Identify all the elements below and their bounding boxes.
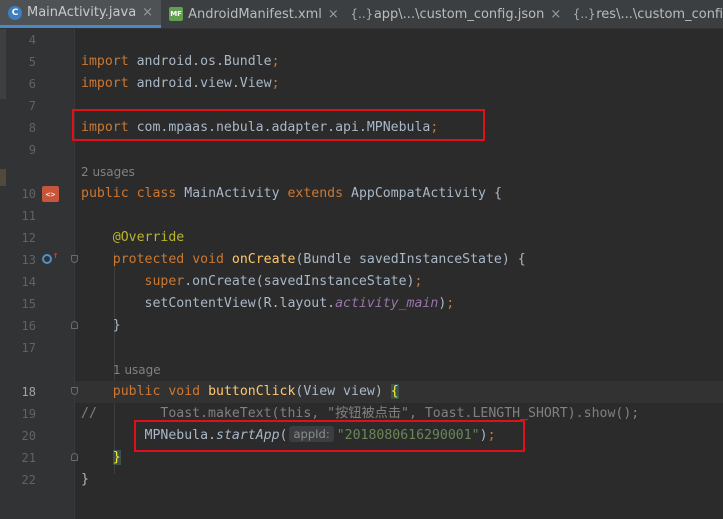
line-number: 11 bbox=[21, 209, 36, 223]
close-icon[interactable]: × bbox=[142, 5, 153, 20]
code-line-9: 9 bbox=[0, 139, 723, 161]
code-line-12: 12 @Override bbox=[0, 227, 723, 249]
fold-marker-icon[interactable] bbox=[71, 321, 78, 329]
code-text: @Override bbox=[112, 230, 185, 245]
code-line-22: 22 } bbox=[0, 469, 723, 491]
line-number: 16 bbox=[21, 319, 36, 333]
line-number: 15 bbox=[21, 297, 36, 311]
code-text: import android.os.Bundle; bbox=[81, 54, 280, 69]
line-number: 12 bbox=[21, 231, 36, 245]
line-number: 8 bbox=[28, 121, 36, 135]
code-text: import android.view.View; bbox=[81, 76, 280, 91]
line-number: 22 bbox=[21, 473, 36, 487]
xml-manifest-icon: MF bbox=[169, 7, 184, 21]
fold-marker-icon[interactable] bbox=[71, 387, 78, 395]
java-class-icon: C bbox=[8, 5, 22, 20]
line-number: 10 bbox=[21, 187, 36, 201]
code-line-18: 18 public void buttonClick(View view) { bbox=[0, 381, 723, 403]
tab-label: res\...\custom_config.json bbox=[596, 6, 723, 22]
override-method-icon[interactable] bbox=[42, 254, 52, 264]
line-number: 19 bbox=[21, 407, 36, 421]
tab-label: app\...\custom_config.json bbox=[373, 6, 545, 22]
code-line-13: 13 protected void onCreate(Bundle savedI… bbox=[0, 249, 723, 271]
line-number: 9 bbox=[28, 143, 36, 157]
code-text: } bbox=[112, 318, 121, 333]
json-file-icon: {..} bbox=[572, 7, 596, 21]
code-line-10: 10 public class MainActivity extends App… bbox=[0, 183, 723, 205]
code-line-5: 5 import android.os.Bundle; bbox=[0, 51, 723, 73]
line-number: 21 bbox=[21, 451, 36, 465]
close-icon[interactable]: × bbox=[328, 7, 339, 22]
code-text: } bbox=[112, 450, 121, 465]
highlight-box-import bbox=[72, 109, 485, 141]
line-number: 20 bbox=[21, 429, 36, 443]
code-line-17: 17 bbox=[0, 337, 723, 359]
tab-android-manifest[interactable]: MF AndroidManifest.xml × bbox=[161, 0, 347, 28]
code-line-4: 4 bbox=[0, 29, 723, 51]
code-line-14: 14 super.onCreate(savedInstanceState); bbox=[0, 271, 723, 293]
code-text: protected void onCreate(Bundle savedInst… bbox=[112, 252, 526, 267]
code-text: super.onCreate(savedInstanceState); bbox=[144, 274, 423, 289]
usages-hint[interactable]: 1 usage bbox=[113, 359, 161, 381]
code-line-6: 6 import android.view.View; bbox=[0, 73, 723, 95]
fold-marker-icon[interactable] bbox=[71, 255, 78, 263]
tab-main-activity[interactable]: C MainActivity.java × bbox=[0, 0, 162, 28]
arrow-up-icon[interactable]: ↑ bbox=[53, 251, 58, 261]
json-file-icon: {..} bbox=[350, 7, 374, 21]
line-number: 18 bbox=[21, 385, 36, 399]
fold-marker-icon[interactable] bbox=[71, 453, 78, 461]
code-line-16: 16 } bbox=[0, 315, 723, 337]
line-number: 7 bbox=[28, 99, 36, 113]
line-number: 17 bbox=[21, 341, 36, 355]
tab-res-custom-config[interactable]: {..} res\...\custom_config.json bbox=[569, 0, 723, 28]
highlight-box-start-app bbox=[134, 420, 525, 452]
usages-hint[interactable]: 2 usages bbox=[81, 161, 135, 183]
line-number: 6 bbox=[28, 77, 36, 91]
line-number: 14 bbox=[21, 275, 36, 289]
tab-app-custom-config[interactable]: {..} app\...\custom_config.json × bbox=[347, 0, 569, 28]
line-number: 4 bbox=[28, 33, 36, 47]
code-line-15: 15 setContentView(R.layout.activity_main… bbox=[0, 293, 723, 315]
code-text: } bbox=[81, 472, 89, 487]
code-text: setContentView(R.layout.activity_main); bbox=[144, 296, 455, 311]
code-line-11: 11 bbox=[0, 205, 723, 227]
line-number: 13 bbox=[21, 253, 36, 267]
tab-label: MainActivity.java bbox=[27, 5, 137, 20]
code-text: public class MainActivity extends AppCom… bbox=[81, 186, 502, 201]
tab-label: AndroidManifest.xml bbox=[188, 6, 322, 22]
code-text: public void buttonClick(View view) { bbox=[112, 384, 399, 399]
close-icon[interactable]: × bbox=[550, 7, 561, 22]
layout-xml-icon[interactable]: <> bbox=[42, 186, 59, 202]
line-number: 5 bbox=[28, 55, 36, 69]
editor-tab-bar: C MainActivity.java × MF AndroidManifest… bbox=[0, 0, 723, 29]
